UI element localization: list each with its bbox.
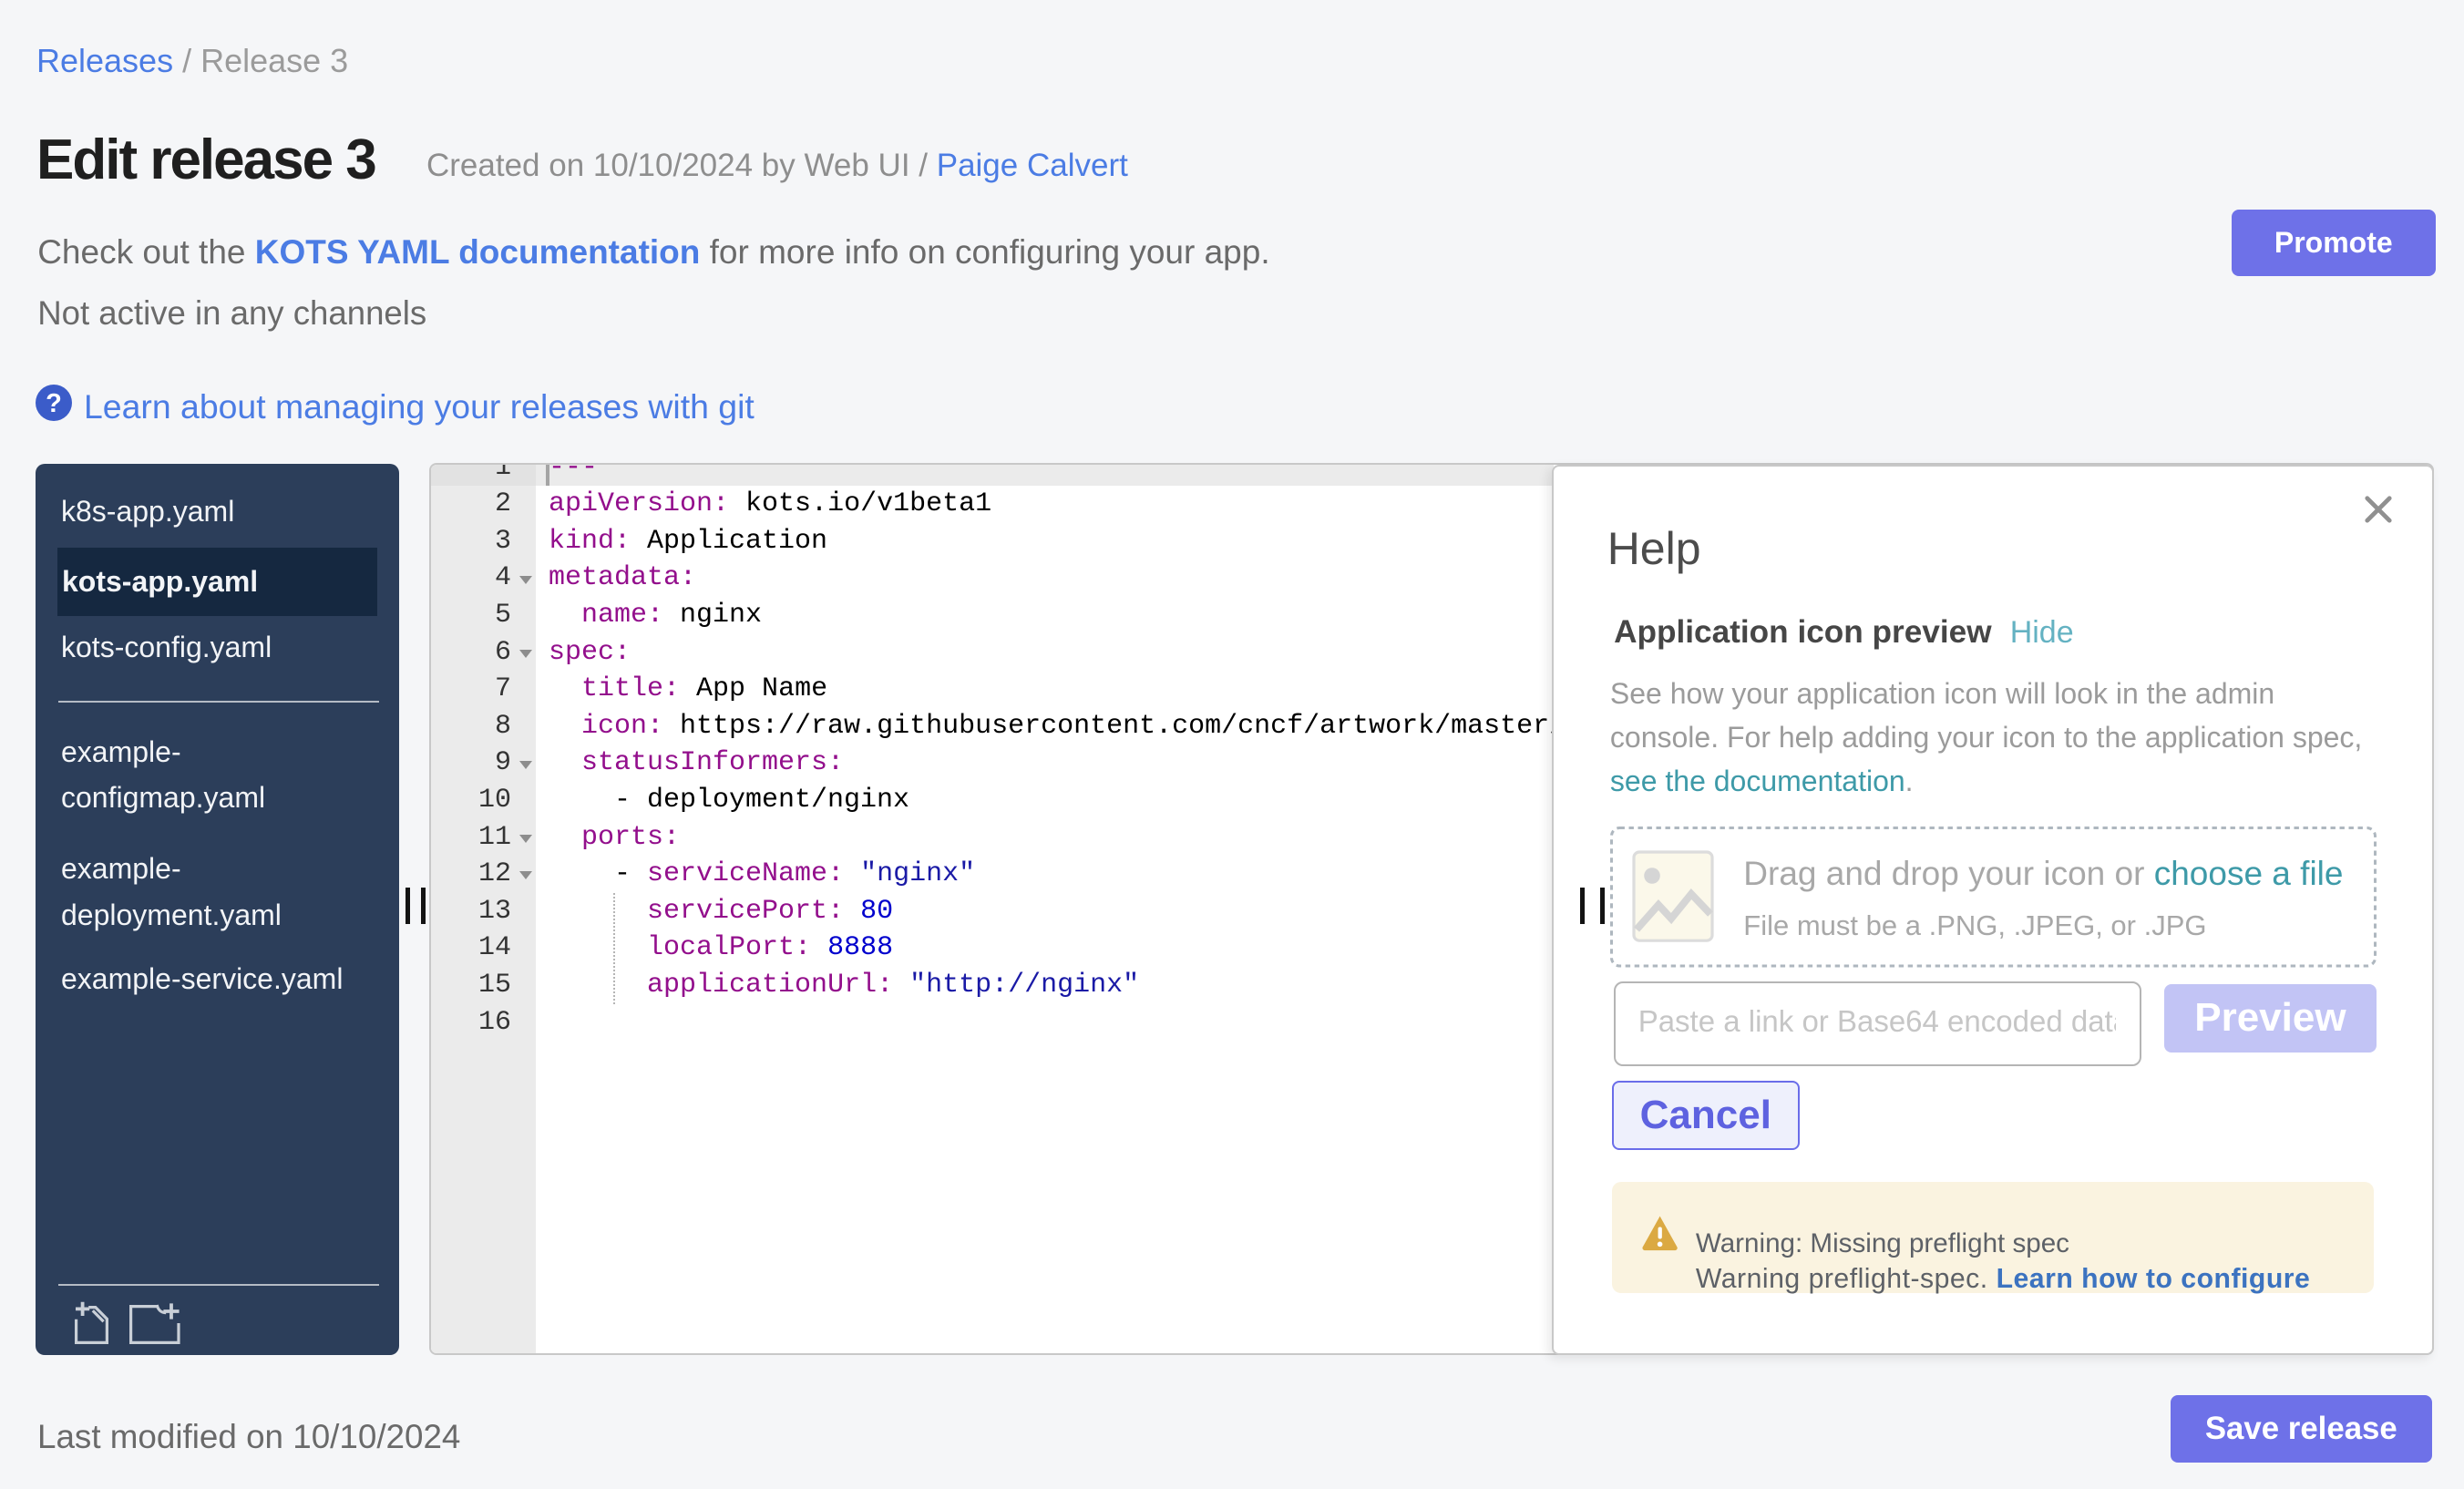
svg-text:?: ? [46,389,62,418]
